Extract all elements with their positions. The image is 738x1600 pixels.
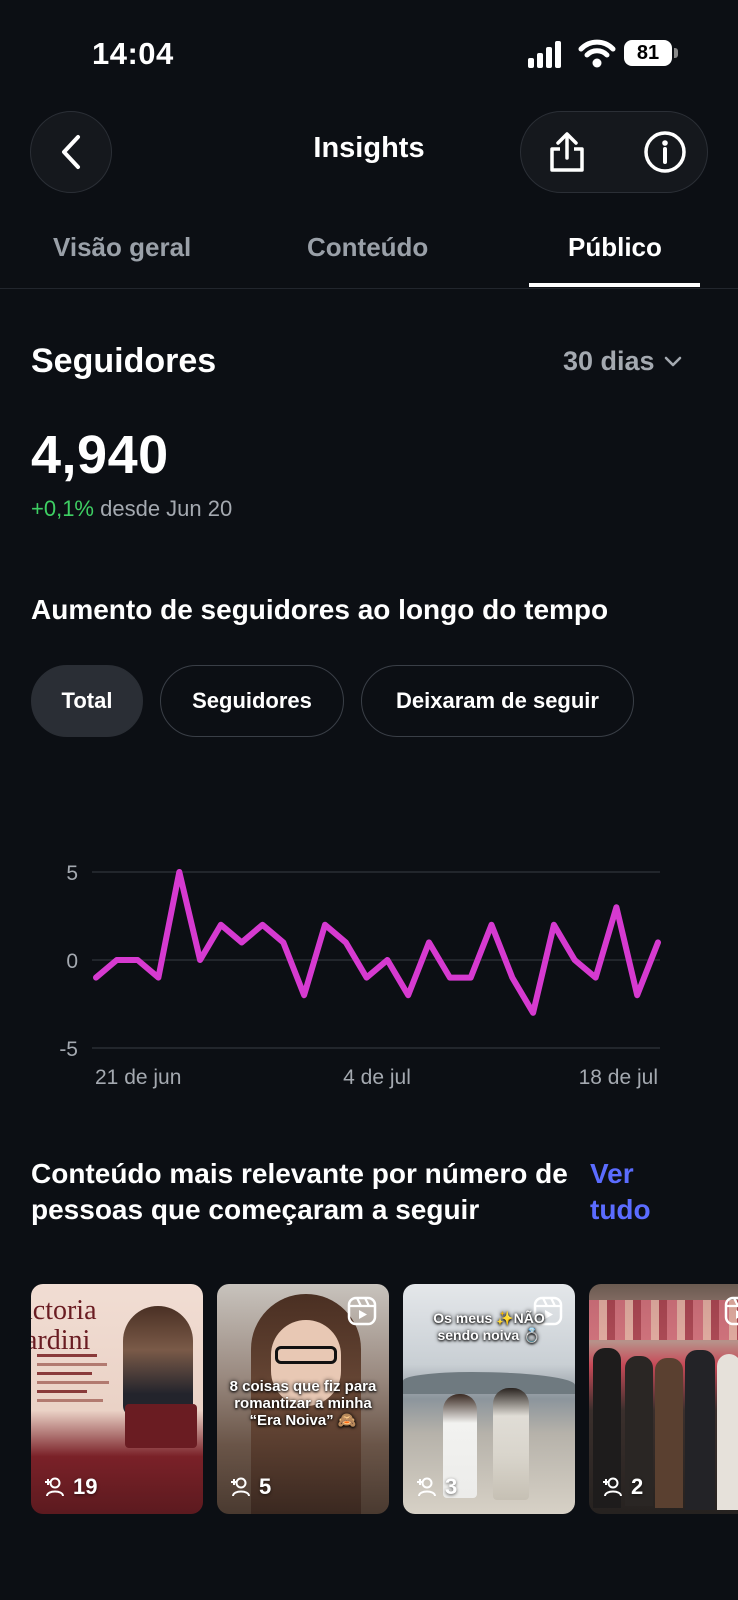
tab-audience[interactable]: Público: [568, 232, 662, 263]
x-tick-label: 21 de jun: [95, 1066, 181, 1089]
follower-change: +0,1% desde Jun 20: [31, 496, 232, 522]
person-right: [493, 1388, 529, 1500]
filter-followers[interactable]: Seguidores: [160, 665, 344, 737]
person-photo: [123, 1306, 193, 1416]
thumbnail-follows-stat: 5: [231, 1474, 271, 1500]
thumbnail-follows-count: 5: [259, 1474, 272, 1499]
chevron-down-icon: [664, 356, 681, 366]
glasses: [275, 1346, 337, 1364]
top-content-title: Conteúdo mais relevante por número de pe…: [31, 1158, 568, 1225]
period-label: 30 dias: [563, 346, 655, 376]
x-tick-label: 4 de jul: [343, 1066, 411, 1089]
thumbnail-follows-count: 3: [445, 1474, 458, 1499]
see-all-label: Ver: [590, 1158, 634, 1189]
quote-box: [125, 1404, 197, 1448]
reel-icon: [724, 1296, 738, 1326]
filter-unfollowed[interactable]: Deixaram de seguir: [361, 665, 634, 737]
x-tick-label: 18 de jul: [579, 1066, 658, 1089]
tab-content[interactable]: Conteúdo: [307, 232, 428, 263]
y-tick-label: -5: [59, 1038, 78, 1061]
person-4: [685, 1350, 715, 1510]
thumbnail-title-text: ictoria ardini: [31, 1295, 97, 1356]
followers-line-chart: 5 0 -5 21 de jun 4 de jul 18 de jul: [59, 862, 661, 1089]
battery-indicator: 81: [624, 40, 672, 66]
tab-overview[interactable]: Visão geral: [53, 232, 191, 263]
reel-icon: [347, 1296, 377, 1326]
thumbnail-caption: 8 coisas que fiz para romantizar a minha…: [229, 1378, 377, 1429]
y-tick-label: 0: [66, 950, 78, 973]
wifi-icon: [578, 38, 616, 68]
add-person-icon: [417, 1477, 436, 1497]
battery-tip: [674, 48, 678, 58]
text-lines-decoration: [37, 1348, 117, 1458]
thumbnail-follows-stat: 2: [603, 1474, 643, 1500]
growth-title: Aumento de seguidores ao longo do tempo: [31, 594, 609, 625]
thumbnail-follows-count: 2: [631, 1474, 644, 1499]
share-icon: [550, 132, 584, 172]
y-tick-label: 5: [66, 862, 78, 885]
see-all-link-line2[interactable]: tudo: [590, 1192, 651, 1228]
add-person-icon: [231, 1477, 250, 1497]
change-percent: +0,1%: [31, 496, 94, 521]
person-5: [717, 1354, 738, 1510]
thumbnail-follows-stat: 19: [45, 1474, 97, 1500]
tab-divider: [0, 288, 738, 289]
thumbnail-follows-stat: 3: [417, 1474, 457, 1500]
content-thumbnail-2[interactable]: 8 coisas que fiz para romantizar a minha…: [217, 1284, 389, 1514]
follower-count: 4,940: [31, 425, 169, 485]
thumbnail-caption: Os meus ✨NÃO sendo noiva 💍: [433, 1310, 545, 1343]
info-button[interactable]: [634, 121, 696, 183]
change-since: desde Jun 20: [100, 496, 233, 521]
info-icon: [644, 131, 686, 173]
content-thumbnail-1[interactable]: ictoria ardini 19: [31, 1284, 203, 1514]
share-button[interactable]: [536, 121, 598, 183]
content-thumbnail-4[interactable]: 2: [589, 1284, 738, 1514]
flowers-backdrop: [589, 1300, 738, 1340]
cellular-signal-icon: [528, 40, 562, 68]
see-all-link[interactable]: Ver: [590, 1156, 634, 1192]
period-selector[interactable]: 30 dias: [563, 346, 683, 377]
mountains: [403, 1372, 575, 1394]
person-3: [655, 1358, 683, 1508]
filter-total[interactable]: Total: [31, 665, 143, 737]
active-tab-indicator: [529, 283, 700, 287]
content-thumbnail-3[interactable]: Os meus ✨NÃO sendo noiva 💍 3: [403, 1284, 575, 1514]
thumbnail-follows-count: 19: [73, 1474, 98, 1499]
followers-series-line: [93, 869, 661, 1016]
add-person-icon: [45, 1477, 64, 1497]
status-time: 14:04: [92, 36, 174, 71]
followers-title: Seguidores: [31, 342, 217, 380]
add-person-icon: [603, 1477, 622, 1497]
